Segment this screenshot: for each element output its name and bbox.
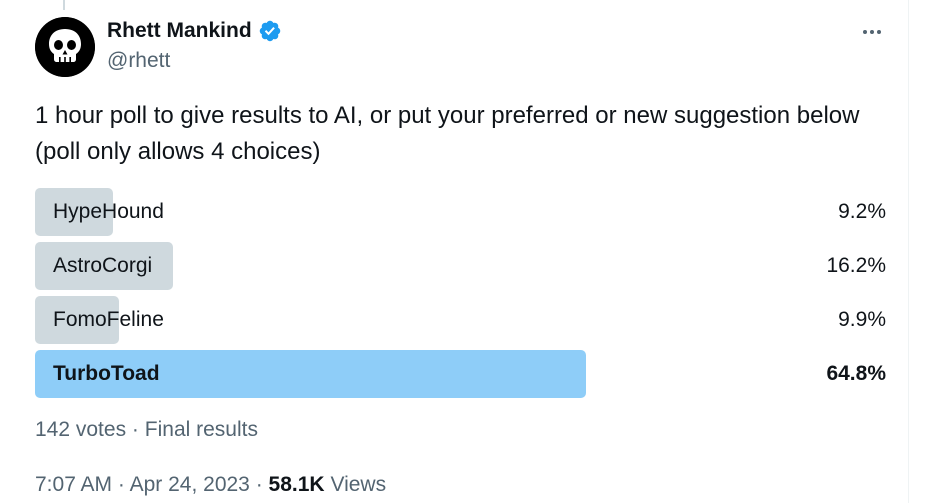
- skull-icon: [35, 17, 95, 77]
- more-horizontal-icon: [863, 30, 881, 34]
- poll-option: AstroCorgi 16.2%: [35, 242, 886, 290]
- poll-option-label: TurboToad: [53, 362, 160, 385]
- poll-meta-separator: ·: [131, 418, 139, 441]
- verified-badge-icon[interactable]: [258, 19, 282, 43]
- timestamp-separator: ·: [117, 473, 125, 496]
- poll-option-percent: 16.2%: [826, 254, 886, 277]
- poll-option: FomoFeline 9.9%: [35, 296, 886, 344]
- tweet-date[interactable]: Apr 24, 2023: [130, 473, 250, 496]
- poll-option-label: FomoFeline: [53, 308, 164, 331]
- poll-option-percent: 9.2%: [838, 200, 886, 223]
- poll-option-percent: 64.8%: [826, 362, 886, 385]
- poll-vote-count: 142 votes: [35, 418, 127, 441]
- tweet-time[interactable]: 7:07 AM: [35, 473, 112, 496]
- thread-connector-line: [63, 0, 65, 10]
- poll-option-label: HypeHound: [53, 200, 164, 223]
- tweet-text: 1 hour poll to give results to AI, or pu…: [35, 102, 860, 165]
- author-handle[interactable]: @rhett: [107, 49, 170, 73]
- card-border: [908, 0, 909, 503]
- author-name-row: Rhett Mankind: [107, 19, 282, 43]
- poll: HypeHound 9.2% AstroCorgi 16.2% FomoFeline 9.…: [35, 188, 886, 404]
- author-display-name[interactable]: Rhett Mankind: [107, 19, 252, 43]
- timestamp-separator: ·: [255, 473, 263, 496]
- more-options-button[interactable]: [856, 18, 888, 46]
- timestamp-row: 7:07 AM · Apr 24, 2023 · 58.1K Views: [35, 473, 386, 497]
- tweet-card: Rhett Mankind @rhett 1 hour poll to give…: [0, 0, 928, 503]
- poll-option: HypeHound 9.2%: [35, 188, 886, 236]
- avatar[interactable]: [35, 17, 95, 77]
- views-count[interactable]: 58.1K: [269, 473, 325, 496]
- views-label: Views: [330, 473, 387, 496]
- poll-option: TurboToad 64.8%: [35, 350, 886, 398]
- poll-option-label: AstroCorgi: [53, 254, 153, 277]
- poll-meta: 142 votes · Final results: [35, 418, 258, 442]
- poll-option-percent: 9.9%: [838, 308, 886, 331]
- poll-status: Final results: [144, 418, 258, 441]
